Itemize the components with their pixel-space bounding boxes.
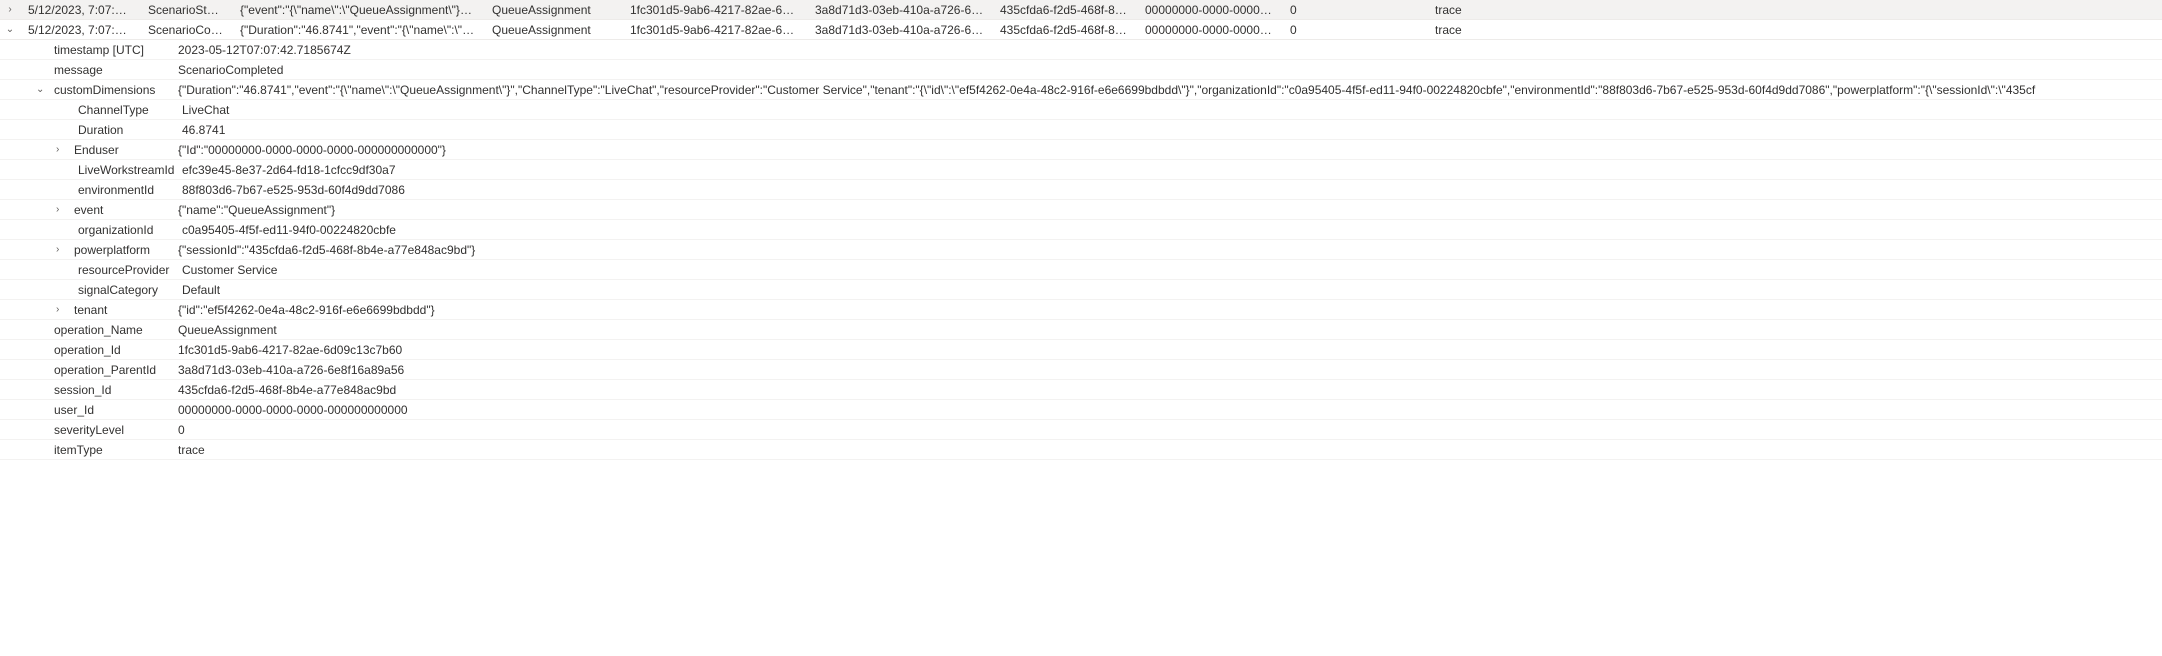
detail-key: environmentId bbox=[78, 183, 182, 197]
detail-value: {"Duration":"46.8741","event":"{\"name\"… bbox=[178, 83, 2162, 97]
detail-value: c0a95405-4f5f-ed11-94f0-00224820cbfe bbox=[182, 223, 2162, 237]
detail-row-organizationid[interactable]: organizationId c0a95405-4f5f-ed11-94f0-0… bbox=[0, 220, 2162, 240]
cell-operation: QueueAssignment bbox=[484, 23, 622, 37]
table-row[interactable]: › 5/12/2023, 7:07:42.671 AM ScenarioStar… bbox=[0, 0, 2162, 20]
cell-session-id: 435cfda6-f2d5-468f-8b4e-a77… bbox=[992, 3, 1137, 17]
cell-customdims: {"Duration":"46.8741","event":"{\"name\"… bbox=[232, 23, 484, 37]
detail-value: ScenarioCompleted bbox=[178, 63, 2162, 77]
detail-row-session-id[interactable]: session_Id 435cfda6-f2d5-468f-8b4e-a77e8… bbox=[0, 380, 2162, 400]
detail-value: 0 bbox=[178, 423, 2162, 437]
cell-operation-id: 1fc301d5-9ab6-4217-82ae-6d09c13c7b60 bbox=[622, 23, 807, 37]
detail-key: message bbox=[54, 63, 178, 77]
detail-key: timestamp [UTC] bbox=[54, 43, 178, 57]
detail-row-enduser[interactable]: › Enduser {"Id":"00000000-0000-0000-0000… bbox=[0, 140, 2162, 160]
detail-row-timestamp[interactable]: timestamp [UTC] 2023-05-12T07:07:42.7185… bbox=[0, 40, 2162, 60]
cell-itemtype: trace bbox=[1427, 3, 2162, 17]
detail-row-signalcategory[interactable]: signalCategory Default bbox=[0, 280, 2162, 300]
cell-timestamp: 5/12/2023, 7:07:42.671 AM bbox=[20, 3, 140, 17]
detail-value: 3a8d71d3-03eb-410a-a726-6e8f16a89a56 bbox=[178, 363, 2162, 377]
chevron-right-icon[interactable]: › bbox=[54, 144, 74, 155]
cell-severity: 0 bbox=[1282, 23, 1427, 37]
cell-parent-id: 3a8d71d3-03eb-410a-a726-6e8f16a89a56 bbox=[807, 3, 992, 17]
detail-value: 1fc301d5-9ab6-4217-82ae-6d09c13c7b60 bbox=[178, 343, 2162, 357]
detail-value: Default bbox=[182, 283, 2162, 297]
detail-key: operation_Name bbox=[54, 323, 178, 337]
detail-key: ChannelType bbox=[78, 103, 182, 117]
detail-row-resourceprovider[interactable]: resourceProvider Customer Service bbox=[0, 260, 2162, 280]
detail-key: LiveWorkstreamId bbox=[78, 163, 182, 177]
detail-row-liveworkstreamid[interactable]: LiveWorkstreamId efc39e45-8e37-2d64-fd18… bbox=[0, 160, 2162, 180]
detail-value: QueueAssignment bbox=[178, 323, 2162, 337]
detail-row-event[interactable]: › event {"name":"QueueAssignment"} bbox=[0, 200, 2162, 220]
chevron-down-icon[interactable]: ⌄ bbox=[34, 84, 54, 95]
detail-row-channeltype[interactable]: ChannelType LiveChat bbox=[0, 100, 2162, 120]
detail-key: event bbox=[74, 203, 178, 217]
detail-row-operation-id[interactable]: operation_Id 1fc301d5-9ab6-4217-82ae-6d0… bbox=[0, 340, 2162, 360]
detail-key: customDimensions bbox=[54, 83, 178, 97]
cell-session-id: 435cfda6-f2d5-468f-8b4e-a77… bbox=[992, 23, 1137, 37]
detail-key: operation_ParentId bbox=[54, 363, 178, 377]
detail-key: organizationId bbox=[78, 223, 182, 237]
cell-itemtype: trace bbox=[1427, 23, 2162, 37]
detail-row-user-id[interactable]: user_Id 00000000-0000-0000-0000-00000000… bbox=[0, 400, 2162, 420]
detail-row-operation-parentid[interactable]: operation_ParentId 3a8d71d3-03eb-410a-a7… bbox=[0, 360, 2162, 380]
detail-value: Customer Service bbox=[182, 263, 2162, 277]
cell-user-id: 00000000-0000-0000-0000-00… bbox=[1137, 3, 1282, 17]
detail-row-duration[interactable]: Duration 46.8741 bbox=[0, 120, 2162, 140]
detail-key: severityLevel bbox=[54, 423, 178, 437]
detail-key: session_Id bbox=[54, 383, 178, 397]
cell-customdims: {"event":"{\"name\":\"QueueAssignment\"}… bbox=[232, 3, 484, 17]
cell-operation-id: 1fc301d5-9ab6-4217-82ae-6d09c13c7b60 bbox=[622, 3, 807, 17]
detail-value: LiveChat bbox=[182, 103, 2162, 117]
chevron-right-icon[interactable]: › bbox=[54, 204, 74, 215]
detail-row-powerplatform[interactable]: › powerplatform {"sessionId":"435cfda6-f… bbox=[0, 240, 2162, 260]
detail-row-itemtype[interactable]: itemType trace bbox=[0, 440, 2162, 460]
detail-value: 435cfda6-f2d5-468f-8b4e-a77e848ac9bd bbox=[178, 383, 2162, 397]
detail-key: Duration bbox=[78, 123, 182, 137]
detail-value: efc39e45-8e37-2d64-fd18-1cfcc9df30a7 bbox=[182, 163, 2162, 177]
detail-value: 2023-05-12T07:07:42.7185674Z bbox=[178, 43, 2162, 57]
cell-severity: 0 bbox=[1282, 3, 1427, 17]
chevron-right-icon[interactable]: › bbox=[0, 4, 20, 15]
cell-parent-id: 3a8d71d3-03eb-410a-a726-6e8f16a89a56 bbox=[807, 23, 992, 37]
table-row[interactable]: ⌄ 5/12/2023, 7:07:42.718 A… ScenarioComp… bbox=[0, 20, 2162, 40]
detail-key: itemType bbox=[54, 443, 178, 457]
cell-user-id: 00000000-0000-0000-0000-00… bbox=[1137, 23, 1282, 37]
detail-key: powerplatform bbox=[74, 243, 178, 257]
cell-message: ScenarioCompleted bbox=[140, 23, 232, 37]
detail-value: {"id":"ef5f4262-0e4a-48c2-916f-e6e6699bd… bbox=[178, 303, 2162, 317]
detail-row-customdimensions[interactable]: ⌄ customDimensions {"Duration":"46.8741"… bbox=[0, 80, 2162, 100]
chevron-right-icon[interactable]: › bbox=[54, 304, 74, 315]
detail-row-operation-name[interactable]: operation_Name QueueAssignment bbox=[0, 320, 2162, 340]
cell-operation: QueueAssignment bbox=[484, 3, 622, 17]
detail-key: signalCategory bbox=[78, 283, 182, 297]
detail-value: {"sessionId":"435cfda6-f2d5-468f-8b4e-a7… bbox=[178, 243, 2162, 257]
detail-key: Enduser bbox=[74, 143, 178, 157]
detail-value: {"name":"QueueAssignment"} bbox=[178, 203, 2162, 217]
detail-value: {"Id":"00000000-0000-0000-0000-000000000… bbox=[178, 143, 2162, 157]
cell-message: ScenarioStarted bbox=[140, 3, 232, 17]
detail-value: 46.8741 bbox=[182, 123, 2162, 137]
cell-timestamp: 5/12/2023, 7:07:42.718 A… bbox=[20, 23, 140, 37]
detail-value: 00000000-0000-0000-0000-000000000000 bbox=[178, 403, 2162, 417]
detail-row-tenant[interactable]: › tenant {"id":"ef5f4262-0e4a-48c2-916f-… bbox=[0, 300, 2162, 320]
detail-row-environmentid[interactable]: environmentId 88f803d6-7b67-e525-953d-60… bbox=[0, 180, 2162, 200]
chevron-down-icon[interactable]: ⌄ bbox=[0, 24, 20, 35]
detail-key: tenant bbox=[74, 303, 178, 317]
chevron-right-icon[interactable]: › bbox=[54, 244, 74, 255]
detail-key: operation_Id bbox=[54, 343, 178, 357]
detail-value: 88f803d6-7b67-e525-953d-60f4d9dd7086 bbox=[182, 183, 2162, 197]
detail-key: user_Id bbox=[54, 403, 178, 417]
detail-value: trace bbox=[178, 443, 2162, 457]
detail-row-severitylevel[interactable]: severityLevel 0 bbox=[0, 420, 2162, 440]
detail-row-message[interactable]: message ScenarioCompleted bbox=[0, 60, 2162, 80]
detail-key: resourceProvider bbox=[78, 263, 182, 277]
